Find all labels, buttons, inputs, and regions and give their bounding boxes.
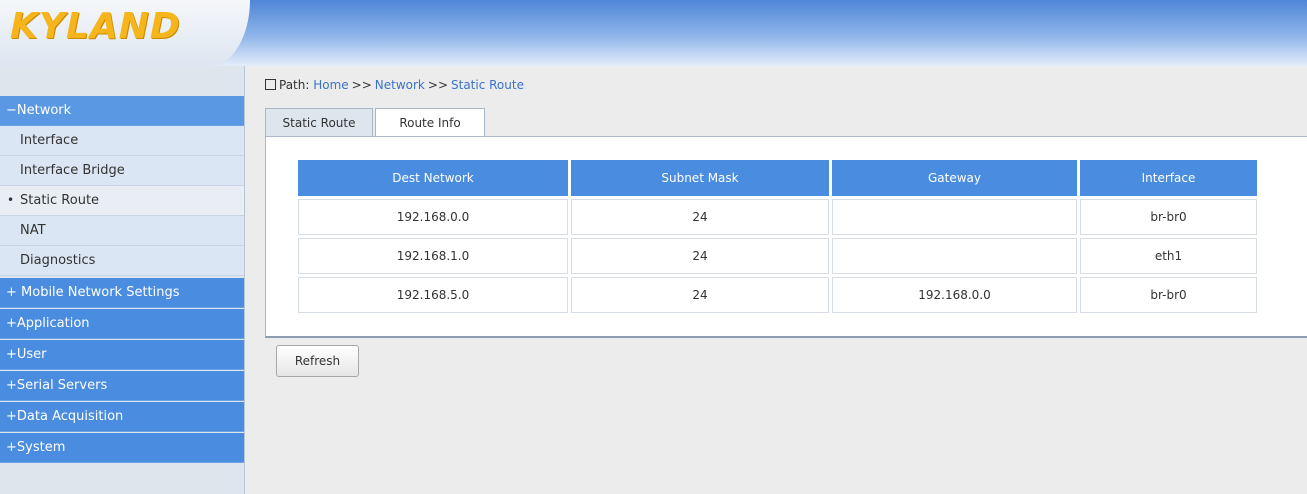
column-header-interface: Interface xyxy=(1080,160,1257,196)
table-row: 192.168.5.0 24 192.168.0.0 br-br0 xyxy=(298,277,1257,313)
tab-static-route[interactable]: Static Route xyxy=(265,108,373,136)
cell-interface: eth1 xyxy=(1080,238,1257,274)
cell-subnet-mask: 24 xyxy=(571,238,829,274)
table-row: 192.168.1.0 24 eth1 xyxy=(298,238,1257,274)
sidebar-item-static-route[interactable]: • Static Route xyxy=(0,186,244,216)
sidebar: −Network Interface Interface Bridge • Sta… xyxy=(0,66,245,494)
sidebar-section-user[interactable]: +User xyxy=(0,340,244,370)
header-bar: KYLAND xyxy=(0,0,1307,66)
cell-dest-network: 192.168.5.0 xyxy=(298,277,568,313)
column-header-dest-network: Dest Network xyxy=(298,160,568,196)
sidebar-section-mobile-network-settings[interactable]: + Mobile Network Settings xyxy=(0,278,244,308)
breadcrumb: Path: Home >> Network >> Static Route xyxy=(265,78,524,92)
table-header-row: Dest Network Subnet Mask Gateway Interfa… xyxy=(298,160,1257,196)
sidebar-item-interface[interactable]: Interface xyxy=(0,126,244,156)
refresh-button[interactable]: Refresh xyxy=(276,345,359,377)
path-square-icon xyxy=(265,79,276,90)
column-header-gateway: Gateway xyxy=(832,160,1077,196)
cell-gateway xyxy=(832,199,1077,235)
sidebar-item-nat[interactable]: NAT xyxy=(0,216,244,246)
sidebar-section-system[interactable]: +System xyxy=(0,433,244,463)
cell-dest-network: 192.168.0.0 xyxy=(298,199,568,235)
cell-subnet-mask: 24 xyxy=(571,277,829,313)
breadcrumb-prefix: Path: xyxy=(279,78,310,92)
active-bullet-icon: • xyxy=(7,193,15,207)
cell-subnet-mask: 24 xyxy=(571,199,829,235)
breadcrumb-separator: >> xyxy=(351,78,372,92)
breadcrumb-network[interactable]: Network xyxy=(375,78,425,92)
sidebar-section-network[interactable]: −Network xyxy=(0,96,244,126)
cell-dest-network: 192.168.1.0 xyxy=(298,238,568,274)
sidebar-item-label: NAT xyxy=(20,223,46,238)
sidebar-item-interface-bridge[interactable]: Interface Bridge xyxy=(0,156,244,186)
route-table: Dest Network Subnet Mask Gateway Interfa… xyxy=(295,157,1260,316)
cell-gateway xyxy=(832,238,1077,274)
kyland-logo: KYLAND xyxy=(10,6,181,47)
sidebar-item-diagnostics[interactable]: Diagnostics xyxy=(0,246,244,276)
cell-gateway: 192.168.0.0 xyxy=(832,277,1077,313)
breadcrumb-separator: >> xyxy=(427,78,448,92)
tab-route-info[interactable]: Route Info xyxy=(375,108,485,137)
sidebar-section-application[interactable]: +Application xyxy=(0,309,244,339)
sidebar-item-label: Interface Bridge xyxy=(20,163,125,178)
breadcrumb-static-route[interactable]: Static Route xyxy=(451,78,524,92)
logo-area: KYLAND xyxy=(0,0,250,66)
route-info-panel: Dest Network Subnet Mask Gateway Interfa… xyxy=(265,136,1307,338)
sidebar-item-label: Interface xyxy=(20,133,79,148)
sidebar-item-label: Static Route xyxy=(20,193,100,208)
column-header-subnet-mask: Subnet Mask xyxy=(571,160,829,196)
breadcrumb-home[interactable]: Home xyxy=(313,78,348,92)
table-row: 192.168.0.0 24 br-br0 xyxy=(298,199,1257,235)
cell-interface: br-br0 xyxy=(1080,277,1257,313)
sidebar-section-data-acquisition[interactable]: +Data Acquisition xyxy=(0,402,244,432)
sidebar-item-label: Diagnostics xyxy=(20,253,96,268)
cell-interface: br-br0 xyxy=(1080,199,1257,235)
sidebar-section-serial-servers[interactable]: +Serial Servers xyxy=(0,371,244,401)
